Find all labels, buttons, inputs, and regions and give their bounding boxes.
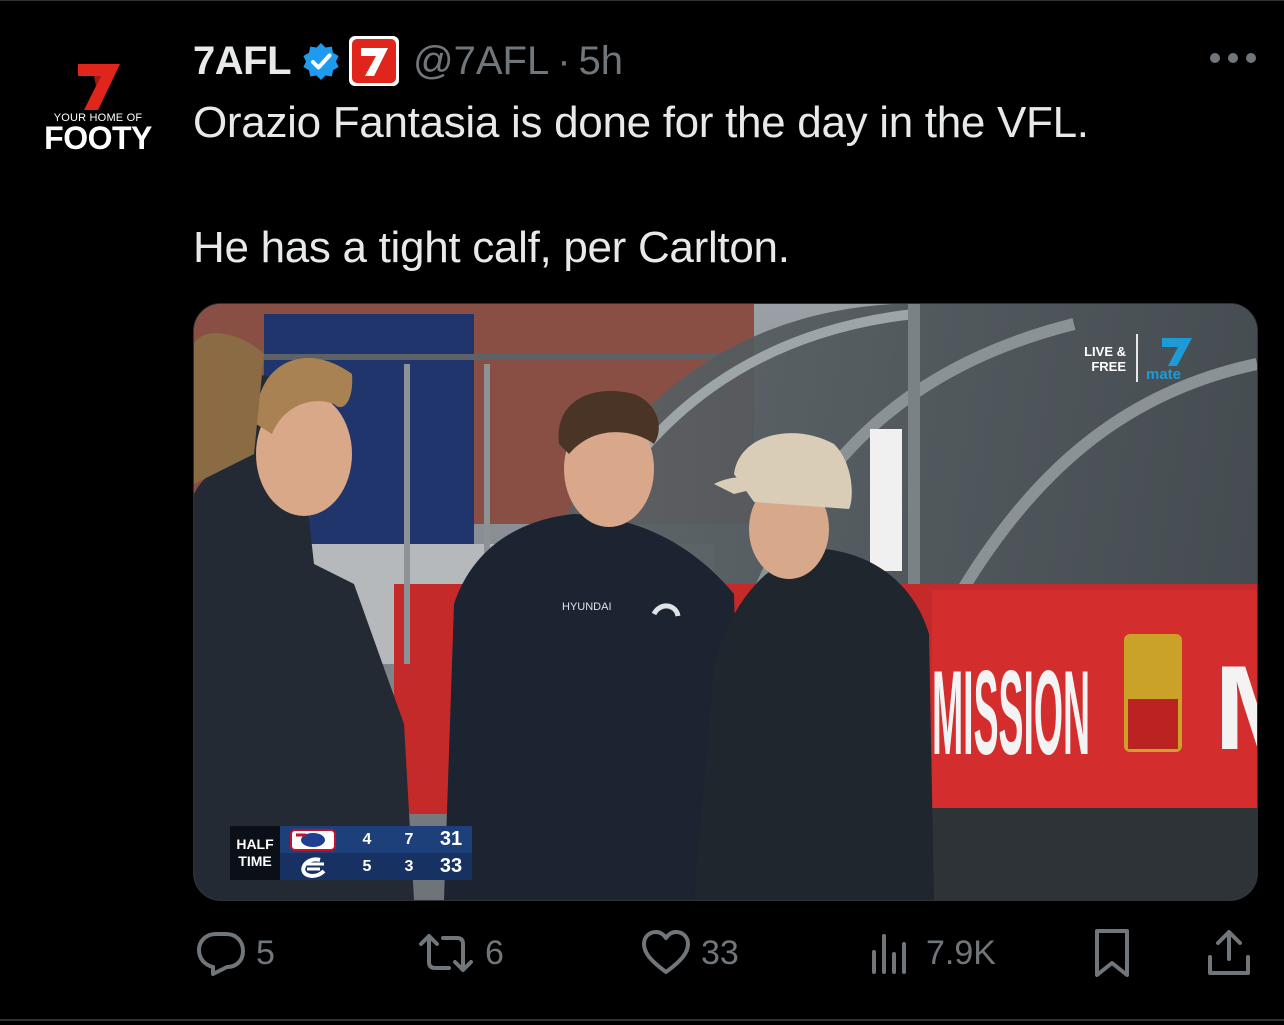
analytics-icon	[872, 934, 906, 974]
tweet-media-image[interactable]: MISSION M HYUNDAI LIVE & FREE mate	[193, 303, 1258, 901]
scoreboard-row-carlton: 5 3 33	[280, 853, 472, 880]
free-label: FREE	[1091, 359, 1126, 374]
scoreboard-period: HALF TIME	[230, 826, 280, 880]
time-separator: ·	[557, 38, 571, 83]
top-divider	[0, 0, 1284, 1]
mission-banner-edge: M	[1214, 641, 1257, 775]
verified-badge-icon[interactable]	[301, 41, 341, 81]
views-button[interactable]: 7.9K	[870, 925, 996, 981]
avatar-wordmark: FOOTY	[44, 120, 152, 156]
carlton-total: 33	[439, 855, 463, 877]
reply-button[interactable]: 5	[196, 925, 275, 981]
live-free-label: LIVE & FREE	[1078, 344, 1126, 374]
post-time[interactable]: 5h	[579, 39, 624, 84]
mission-banner-text: MISSION	[932, 646, 1090, 780]
repost-count: 6	[485, 933, 504, 972]
scoreboard: HALF TIME 4 7 31 5 3 33	[230, 826, 472, 880]
carlton-logo	[280, 853, 346, 880]
channel-7-logo	[78, 64, 120, 110]
carlton-goals: 5	[362, 857, 372, 875]
channel-7-affiliate-badge[interactable]	[349, 36, 399, 86]
like-count: 33	[701, 933, 739, 972]
author-handle[interactable]: @7AFL	[413, 39, 549, 84]
tweet-header: 7AFL @7AFL · 5h	[193, 36, 623, 86]
tweet-text-line-2: He has a tight calf, per Carlton.	[193, 223, 790, 272]
profile-avatar[interactable]: YOUR HOME OF FOOTY	[40, 60, 158, 160]
period-line-1: HALF	[236, 836, 274, 852]
share-button[interactable]	[1206, 925, 1252, 981]
reply-count: 5	[256, 933, 275, 972]
heart-icon	[642, 930, 690, 974]
svg-text:HYUNDAI: HYUNDAI	[562, 601, 612, 613]
scoreboard-row-bulldogs: 4 7 31	[280, 826, 472, 853]
tweet-text-line-1: Orazio Fantasia is done for the day in t…	[193, 98, 1089, 147]
author-name[interactable]: 7AFL	[193, 39, 292, 84]
channel-name: mate	[1146, 366, 1181, 382]
like-button[interactable]: 33	[641, 925, 739, 981]
bulldogs-goals: 4	[362, 830, 372, 848]
repost-button[interactable]: 6	[417, 925, 504, 981]
reply-icon	[197, 932, 245, 976]
bulldogs-behinds: 7	[404, 830, 414, 848]
period-line-2: TIME	[238, 853, 272, 869]
western-bulldogs-logo	[280, 826, 346, 853]
live-label: LIVE &	[1084, 344, 1126, 359]
bookmark-button[interactable]	[1092, 925, 1132, 981]
more-options-icon[interactable]	[1206, 46, 1260, 70]
repost-icon	[419, 934, 473, 972]
view-count: 7.9K	[926, 933, 996, 972]
channel-7-icon	[352, 39, 396, 83]
broadcast-frame: MISSION M HYUNDAI	[194, 304, 1257, 900]
7mate-logo: mate	[1146, 338, 1192, 382]
carlton-behinds: 3	[404, 857, 414, 875]
broadcast-divider	[1136, 334, 1138, 382]
bottom-divider	[0, 1019, 1284, 1021]
bookmark-icon	[1095, 929, 1129, 977]
bulldogs-total: 31	[439, 828, 463, 850]
share-icon	[1208, 930, 1250, 975]
